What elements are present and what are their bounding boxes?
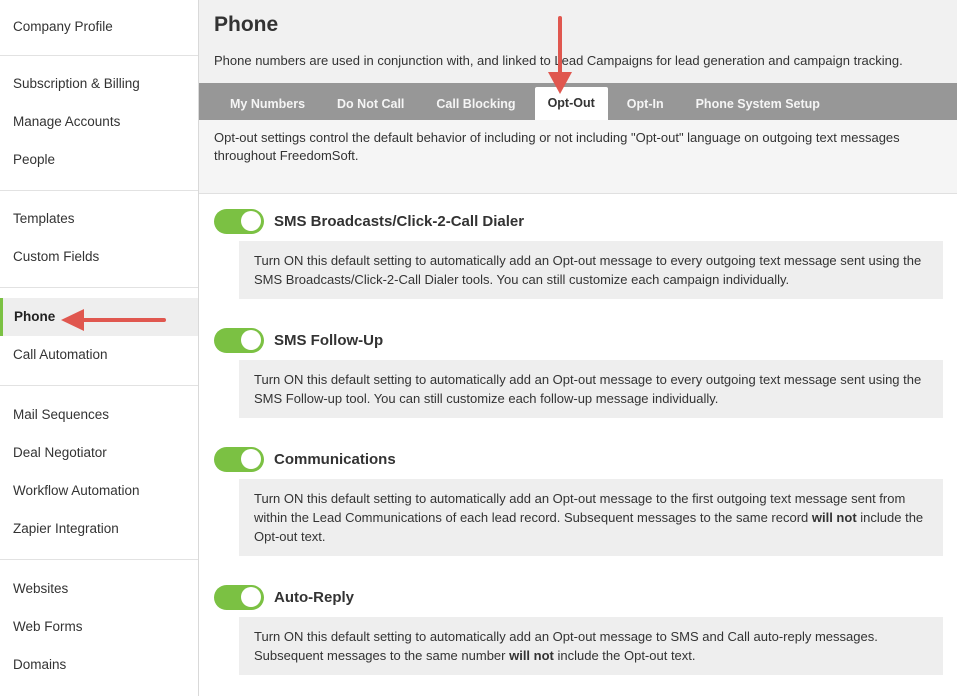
setting-communications: Communications Turn ON this default sett… (214, 446, 943, 556)
setting-description: Turn ON this default setting to automati… (239, 241, 943, 299)
sidebar-item-custom-fields[interactable]: Custom Fields (0, 238, 198, 276)
setting-description-text: include the Opt-out text. (553, 648, 696, 663)
sidebar-item-call-automation[interactable]: Call Automation (0, 336, 198, 374)
setting-header: Communications (214, 446, 943, 472)
toggle-knob (241, 211, 261, 231)
tab-do-not-call[interactable]: Do Not Call (324, 88, 417, 120)
setting-description-emphasis: will not (509, 648, 554, 663)
sidebar-item-mail-sequences[interactable]: Mail Sequences (0, 396, 198, 434)
sms-broadcasts-toggle[interactable] (214, 208, 264, 234)
setting-title: Auto-Reply (274, 588, 354, 606)
setting-description-emphasis: will not (811, 510, 857, 525)
setting-auto-reply: Auto-Reply Turn ON this default setting … (214, 584, 943, 675)
sidebar-group-company: Company Profile (0, 0, 198, 56)
tab-opt-out[interactable]: Opt-Out (534, 87, 608, 120)
setting-description-text: Turn ON this default setting to automati… (254, 253, 922, 287)
tab-bar: My Numbers Do Not Call Call Blocking Opt… (199, 83, 957, 120)
tab-call-blocking[interactable]: Call Blocking (423, 88, 528, 120)
setting-title: SMS Follow-Up (274, 331, 384, 349)
main-content: Phone Phone numbers are used in conjunct… (199, 0, 957, 696)
sidebar-item-people[interactable]: People (0, 141, 198, 179)
setting-title: Communications (274, 450, 396, 468)
toggle-knob (241, 587, 261, 607)
page-title: Phone (214, 13, 279, 36)
sidebar-group-web: Websites Web Forms Domains (0, 560, 198, 684)
tab-my-numbers[interactable]: My Numbers (217, 88, 318, 120)
page-header: Phone Phone numbers are used in conjunct… (199, 0, 957, 83)
sidebar-item-zapier-integration[interactable]: Zapier Integration (0, 510, 198, 548)
tab-opt-in[interactable]: Opt-In (614, 88, 677, 120)
auto-reply-toggle[interactable] (214, 584, 264, 610)
setting-description: Turn ON this default setting to automati… (239, 360, 943, 418)
setting-title: SMS Broadcasts/Click-2-Call Dialer (274, 212, 525, 230)
setting-header: SMS Follow-Up (214, 327, 943, 353)
sidebar-item-templates[interactable]: Templates (0, 200, 198, 238)
toggle-knob (241, 449, 261, 469)
sidebar-group-customization: Templates Custom Fields (0, 191, 198, 288)
setting-header: Auto-Reply (214, 584, 943, 610)
settings-sidebar: Company Profile Subscription & Billing M… (0, 0, 199, 696)
tab-phone-system-setup[interactable]: Phone System Setup (683, 88, 833, 120)
toggle-knob (241, 330, 261, 350)
sidebar-item-domains[interactable]: Domains (0, 646, 198, 684)
sidebar-item-deal-negotiator[interactable]: Deal Negotiator (0, 434, 198, 472)
sidebar-item-websites[interactable]: Websites (0, 570, 198, 608)
setting-sms-follow-up: SMS Follow-Up Turn ON this default setti… (214, 327, 943, 418)
sidebar-item-web-forms[interactable]: Web Forms (0, 608, 198, 646)
setting-sms-broadcasts: SMS Broadcasts/Click-2-Call Dialer Turn … (214, 208, 943, 299)
setting-description-text: Turn ON this default setting to automati… (254, 372, 922, 406)
sidebar-group-automation: Mail Sequences Deal Negotiator Workflow … (0, 386, 198, 560)
setting-description: Turn ON this default setting to automati… (239, 617, 943, 675)
opt-out-intro: Opt-out settings control the default beh… (199, 120, 957, 194)
sidebar-item-manage-accounts[interactable]: Manage Accounts (0, 103, 198, 141)
sidebar-group-phone: Phone Call Automation (0, 288, 198, 386)
setting-description-text: Turn ON this default setting to automati… (254, 491, 906, 525)
sidebar-item-workflow-automation[interactable]: Workflow Automation (0, 472, 198, 510)
communications-toggle[interactable] (214, 446, 264, 472)
setting-header: SMS Broadcasts/Click-2-Call Dialer (214, 208, 943, 234)
sidebar-item-company-profile[interactable]: Company Profile (0, 8, 198, 46)
setting-description: Turn ON this default setting to automati… (239, 479, 943, 556)
sidebar-group-account: Subscription & Billing Manage Accounts P… (0, 56, 198, 191)
page-description: Phone numbers are used in conjunction wi… (214, 53, 903, 68)
sidebar-item-phone[interactable]: Phone (0, 298, 198, 336)
sms-follow-up-toggle[interactable] (214, 327, 264, 353)
sidebar-item-subscription-billing[interactable]: Subscription & Billing (0, 65, 198, 103)
